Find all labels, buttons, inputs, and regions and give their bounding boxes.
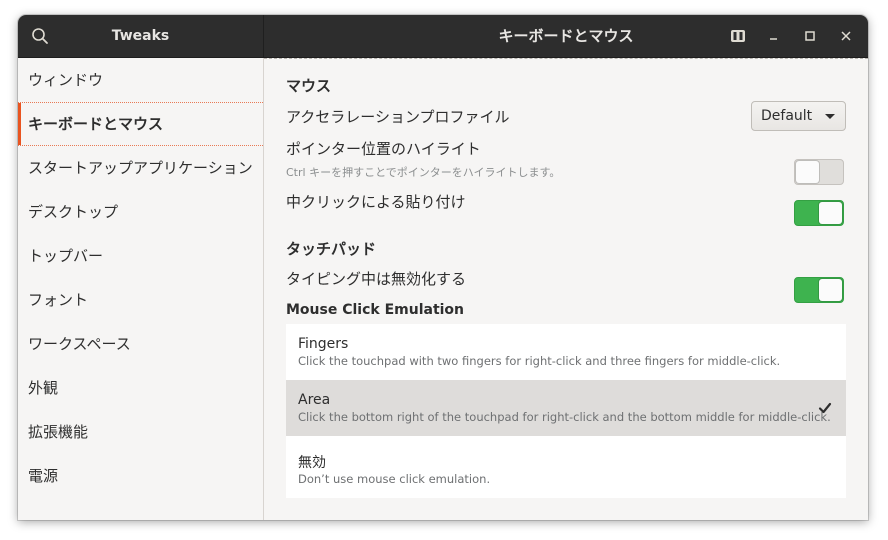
emulation-option-area[interactable]: Area Click the bottom right of the touch… [286, 380, 846, 436]
emulation-option-fingers[interactable]: Fingers Click the touchpad with two fing… [286, 324, 846, 380]
pointer-highlight-label: ポインター位置のハイライト [286, 140, 481, 158]
sidebar-item-appearance[interactable]: 外観 [18, 366, 263, 410]
emulation-option-title: Fingers [298, 336, 349, 352]
pointer-highlight-description: Ctrl キーを押すことでポインターをハイライトします。 [286, 166, 561, 179]
emulation-option-description: Click the bottom right of the touchpad f… [298, 410, 831, 424]
checkmark-icon [818, 400, 832, 414]
close-icon[interactable] [836, 26, 856, 46]
search-icon[interactable] [30, 26, 50, 46]
sidebar-item-keyboard-mouse[interactable]: キーボードとマウス [18, 102, 263, 146]
sidebar-item-workspaces[interactable]: ワークスペース [18, 322, 263, 366]
emulation-option-disabled[interactable]: 無効 Don’t use mouse click emulation. [286, 436, 846, 498]
switch-knob [819, 202, 842, 224]
minimize-icon[interactable] [764, 26, 784, 46]
sidebar-item-startup-applications[interactable]: スタートアップアプリケーション [18, 146, 263, 190]
disable-while-typing-label: タイピング中は無効化する [286, 270, 467, 288]
middle-click-paste-label: 中クリックによる貼り付け [286, 193, 466, 211]
sidebar-item-windows[interactable]: ウィンドウ [18, 58, 263, 102]
sidebar-item-extensions[interactable]: 拡張機能 [18, 410, 263, 454]
sidebar-item-desktop[interactable]: デスクトップ [18, 190, 263, 234]
headerbar-sidebar-section: Tweaks [18, 15, 264, 57]
click-emulation-section-title: Mouse Click Emulation [286, 302, 465, 318]
emulation-option-title: Area [298, 392, 331, 408]
headerbar: Tweaks キーボードとマウス [18, 15, 868, 58]
pointer-highlight-switch[interactable] [794, 159, 844, 185]
content-top-divider [264, 58, 868, 59]
disable-while-typing-switch[interactable] [794, 277, 844, 303]
emulation-option-title: 無効 [298, 455, 326, 471]
emulation-option-description: Don’t use mouse click emulation. [298, 472, 491, 486]
mouse-section-title: マウス [286, 77, 332, 95]
sidebar-item-power[interactable]: 電源 [18, 454, 263, 498]
settings-content: マウス アクセラレーションプロファイル Default ポインター位置のハイライ… [264, 58, 868, 520]
chevron-down-icon [825, 114, 835, 119]
app-title: Tweaks [111, 28, 170, 44]
accel-profile-value: Default [761, 108, 813, 124]
emulation-option-description: Click the touchpad with two fingers for … [298, 354, 781, 368]
accel-profile-dropdown[interactable]: Default [751, 101, 846, 131]
switch-knob [819, 279, 842, 301]
touchpad-section-title: タッチパッド [286, 240, 377, 258]
switch-knob [796, 161, 819, 183]
click-emulation-list: Fingers Click the touchpad with two fing… [286, 324, 846, 498]
maximize-icon[interactable] [800, 26, 820, 46]
accel-profile-label: アクセラレーションプロファイル [286, 108, 510, 126]
sidebar: ウィンドウ キーボードとマウス スタートアップアプリケーション デスクトップ ト… [18, 58, 264, 520]
sidebar-item-top-bar[interactable]: トップバー [18, 234, 263, 278]
middle-click-paste-switch[interactable] [794, 200, 844, 226]
keyboard-icon[interactable] [728, 26, 748, 46]
sidebar-item-fonts[interactable]: フォント [18, 278, 263, 322]
tweaks-window: Tweaks キーボードとマウス ウィンドウ キーボードとマウス スタートアップ… [18, 15, 868, 520]
